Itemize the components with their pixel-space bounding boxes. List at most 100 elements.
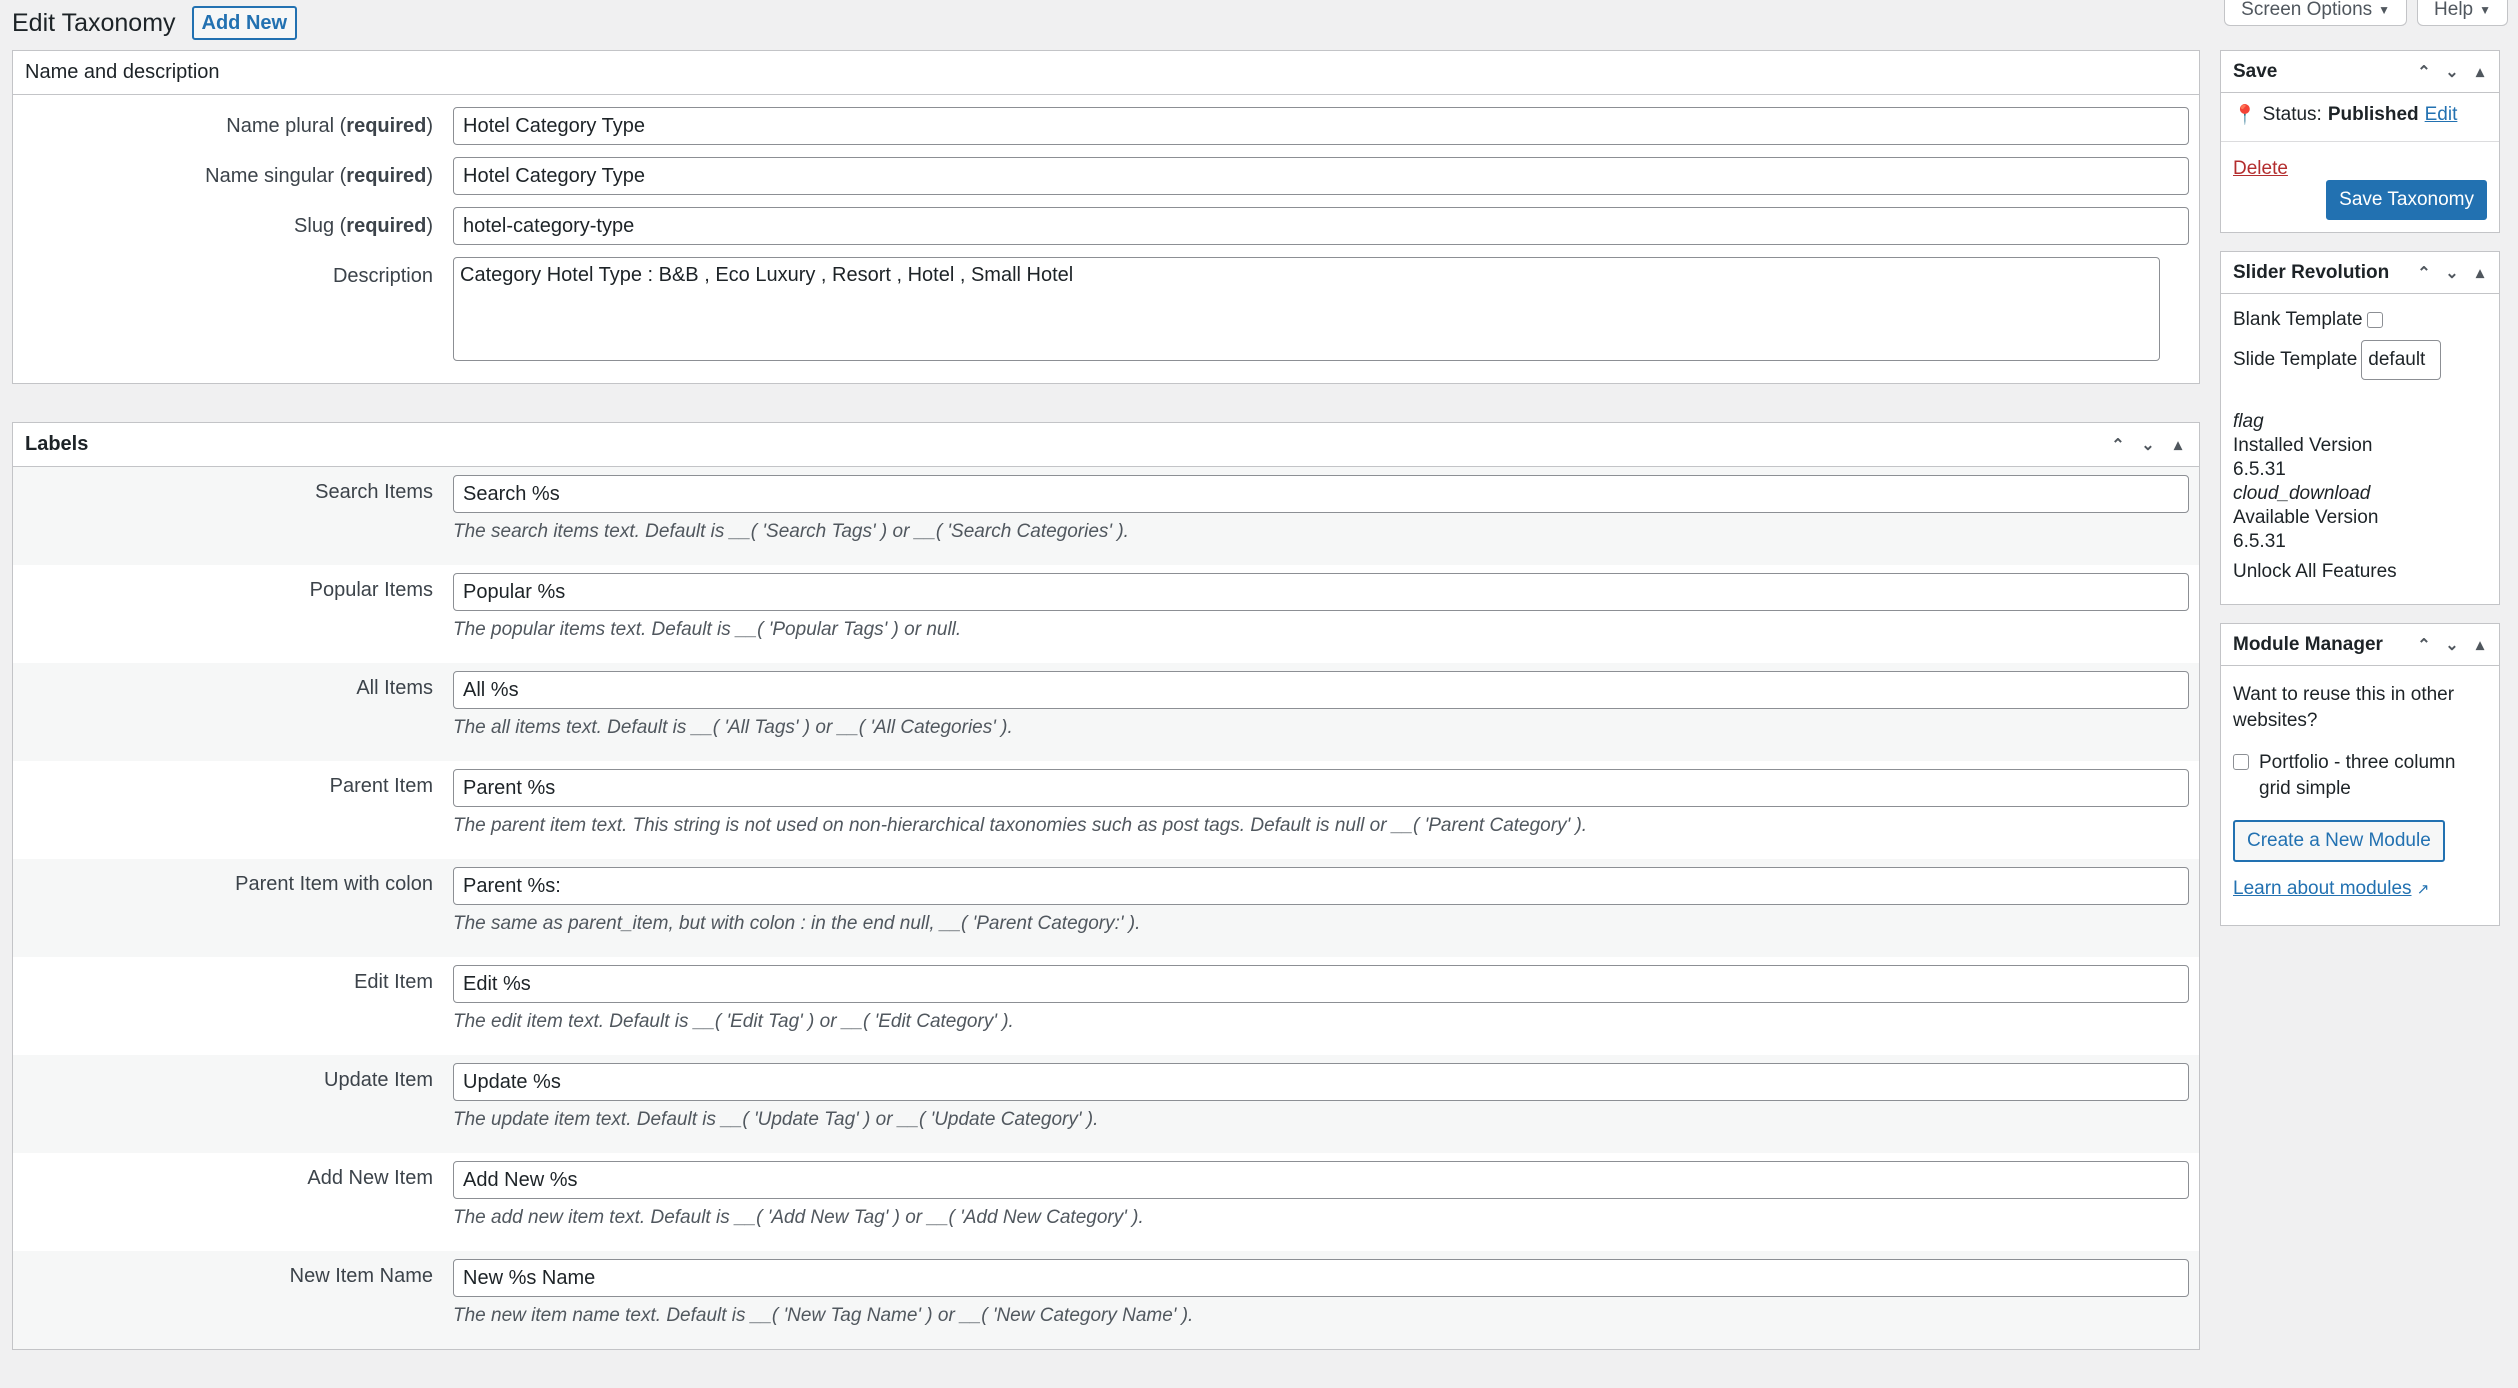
screen-options-tab[interactable]: Screen Options ▼ [2224, 0, 2408, 26]
blank-template-label: Blank Template [2233, 309, 2363, 330]
toggle-panel-icon[interactable]: ▴ [2169, 435, 2187, 455]
slider-box-header: Slider Revolution ⌃ ⌄ ▴ [2221, 252, 2499, 294]
label-input[interactable] [453, 475, 2189, 513]
slide-template-select[interactable]: default [2361, 340, 2442, 380]
module-description: Want to reuse this in other websites? [2233, 684, 2455, 731]
toggle-panel-icon[interactable]: ▴ [2471, 263, 2489, 283]
box-title: Save [2233, 60, 2278, 82]
delete-link[interactable]: Delete [2233, 158, 2288, 180]
field-label: All Items [356, 677, 433, 699]
box-title: Slider Revolution [2233, 261, 2390, 283]
field-label: Add New Item [307, 1167, 433, 1189]
field-hint: The update item text. Default is __( 'Up… [453, 1109, 1099, 1130]
field-label: New Item Name [289, 1265, 433, 1287]
label-input[interactable] [453, 1259, 2189, 1297]
caret-down-icon: ▼ [2378, 2, 2391, 17]
label-input[interactable] [453, 769, 2189, 807]
field-label: Parent Item [329, 775, 433, 797]
module-manager-box: Module Manager ⌃ ⌄ ▴ Want to reuse this … [2220, 623, 2500, 926]
sidebar: Save ⌃ ⌄ ▴ 📍 Status: Published Edit Dele… [2220, 50, 2500, 944]
unlock-features-link[interactable]: Unlock All Features [2233, 560, 2487, 584]
move-up-icon[interactable]: ⌃ [2415, 263, 2433, 283]
flag-icon: flag [2233, 411, 2264, 432]
module-checkbox[interactable] [2233, 754, 2249, 770]
field-label: Name singular (required) [205, 165, 433, 187]
label-input[interactable] [453, 965, 2189, 1003]
page-title: Edit Taxonomy [12, 8, 176, 37]
name-plural-input[interactable] [453, 107, 2189, 145]
field-hint: The all items text. Default is __( 'All … [453, 717, 1013, 738]
field-label: Parent Item with colon [235, 873, 433, 895]
label-row: Add New Item The add new item text. Defau… [13, 1153, 2199, 1251]
label-row: Parent Item with colon The same as parent… [13, 859, 2199, 957]
label-row: Popular Items The popular items text. Def… [13, 565, 2199, 663]
save-box-header: Save ⌃ ⌄ ▴ [2221, 51, 2499, 93]
page-header: Edit Taxonomy Add New [12, 6, 298, 40]
move-down-icon[interactable]: ⌄ [2443, 62, 2461, 82]
name-singular-input[interactable] [453, 157, 2189, 195]
field-hint: The add new item text. Default is __( 'A… [453, 1207, 1144, 1228]
slug-input[interactable] [453, 207, 2189, 245]
pin-icon: 📍 [2233, 105, 2257, 126]
move-down-icon[interactable]: ⌄ [2443, 263, 2461, 283]
field-label: Popular Items [309, 579, 433, 601]
label-row: Edit Item The edit item text. Default is … [13, 957, 2199, 1055]
status-value: Published [2327, 104, 2419, 125]
field-label: Description [332, 265, 433, 287]
labels-rows: Search Items The search items text. Defau… [13, 467, 2199, 1349]
field-hint: The parent item text. This string is not… [453, 815, 1588, 836]
label-input[interactable] [453, 671, 2189, 709]
label-input[interactable] [453, 1161, 2189, 1199]
label-input[interactable] [453, 573, 2189, 611]
move-up-icon[interactable]: ⌃ [2415, 635, 2433, 655]
label-row: Update Item The update item text. Default… [13, 1055, 2199, 1153]
status-line: 📍 Status: Published Edit [2233, 104, 2458, 126]
field-label: Slug (required) [294, 215, 433, 237]
edit-status-link[interactable]: Edit [2425, 104, 2458, 126]
screen-meta-tabs: Screen Options ▼ Help ▼ [2224, 0, 2508, 26]
labels-panel: Labels ⌃ ⌄ ▴ Search Items The search item… [12, 422, 2200, 1350]
panel-title: Labels [25, 433, 89, 455]
box-title: Module Manager [2233, 633, 2383, 655]
installed-version-value: 6.5.31 [2233, 459, 2286, 480]
module-option-label: Portfolio - three column grid simple [2259, 752, 2456, 799]
description-textarea[interactable]: Category Hotel Type : B&B , Eco Luxury ,… [453, 257, 2160, 361]
move-down-icon[interactable]: ⌄ [2139, 435, 2157, 455]
create-module-button[interactable]: Create a New Module [2233, 820, 2445, 862]
move-down-icon[interactable]: ⌄ [2443, 635, 2461, 655]
form-row-slug: Slug (required) [13, 207, 2199, 245]
save-box: Save ⌃ ⌄ ▴ 📍 Status: Published Edit Dele… [2220, 50, 2500, 233]
toggle-panel-icon[interactable]: ▴ [2471, 62, 2489, 82]
move-up-icon[interactable]: ⌃ [2109, 435, 2127, 455]
field-hint: The new item name text. Default is __( '… [453, 1305, 1194, 1326]
label-input[interactable] [453, 867, 2189, 905]
field-label: Update Item [324, 1069, 433, 1091]
form-row-description: Description Category Hotel Type : B&B , … [13, 257, 2199, 367]
toggle-panel-icon[interactable]: ▴ [2471, 635, 2489, 655]
learn-modules-link[interactable]: Learn about modules [2233, 878, 2412, 899]
module-box-header: Module Manager ⌃ ⌄ ▴ [2221, 624, 2499, 666]
installed-version-label: Installed Version [2233, 435, 2373, 456]
slider-revolution-box: Slider Revolution ⌃ ⌄ ▴ Blank Template S… [2220, 251, 2500, 605]
caret-down-icon: ▼ [2479, 2, 2491, 17]
form-row-name-singular: Name singular (required) [13, 157, 2199, 195]
cloud-download-icon: cloud_download [2233, 483, 2371, 504]
save-taxonomy-button[interactable]: Save Taxonomy [2326, 180, 2487, 220]
move-up-icon[interactable]: ⌃ [2415, 62, 2433, 82]
field-hint: The same as parent_item, but with colon … [453, 913, 1141, 934]
label-row: All Items The all items text. Default is … [13, 663, 2199, 761]
label-input[interactable] [453, 1063, 2189, 1101]
main-content: Name and description Name plural (requir… [12, 50, 2200, 1388]
label-row: New Item Name The new item name text. Def… [13, 1251, 2199, 1349]
labels-panel-header: Labels ⌃ ⌄ ▴ [13, 423, 2199, 467]
available-version-value: 6.5.31 [2233, 531, 2286, 552]
external-link-icon: ↗ [2416, 881, 2430, 898]
add-new-button[interactable]: Add New [191, 6, 298, 40]
field-label: Name plural (required) [226, 115, 433, 137]
help-tab[interactable]: Help ▼ [2417, 0, 2508, 26]
field-label: Search Items [315, 481, 433, 503]
available-version-label: Available Version [2233, 507, 2379, 528]
blank-template-checkbox[interactable] [2366, 312, 2383, 328]
field-hint: The edit item text. Default is __( 'Edit… [453, 1011, 1014, 1032]
name-description-panel: Name and description Name plural (requir… [12, 50, 2200, 384]
